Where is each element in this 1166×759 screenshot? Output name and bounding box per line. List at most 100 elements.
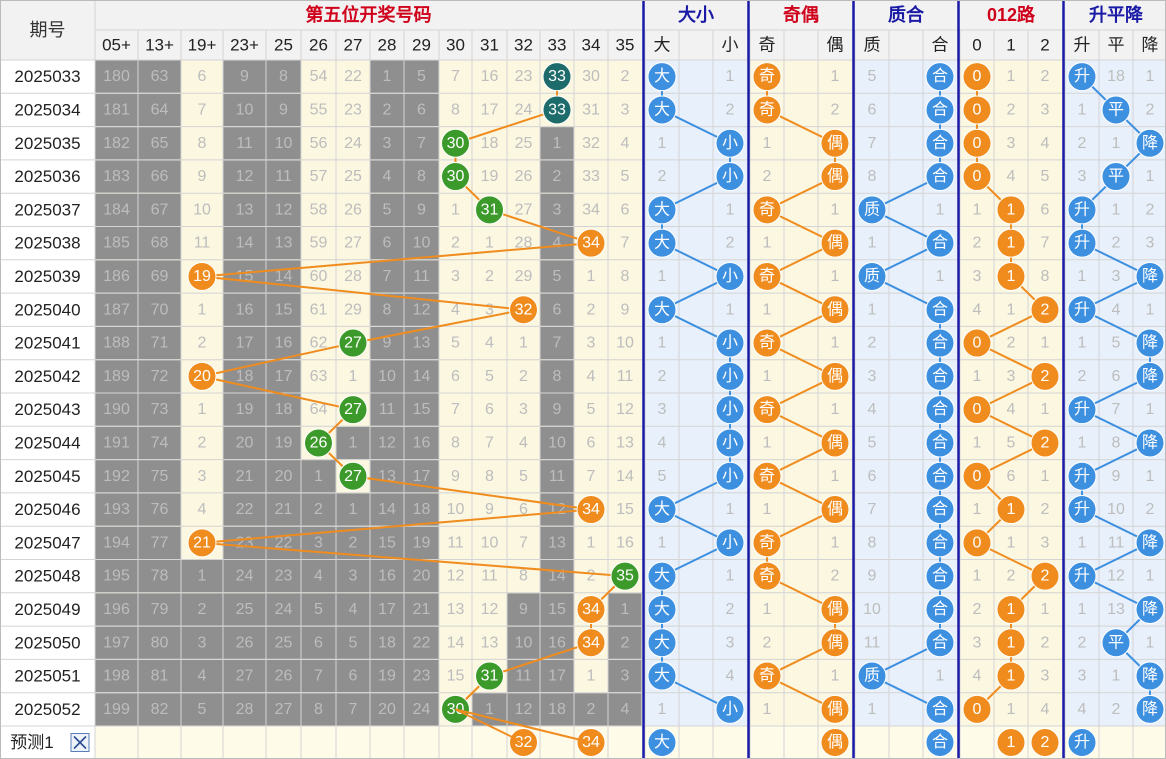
primecomp-ball-label: 合 — [932, 334, 948, 352]
miss-count: 66 — [151, 168, 169, 185]
miss-count: 16 — [378, 568, 396, 585]
route012-ball-label: 1 — [1007, 501, 1016, 518]
miss-count: 8 — [383, 301, 392, 318]
prediction-ball-label: 32 — [515, 734, 533, 751]
miss-count: 7 — [621, 235, 630, 252]
prediction-ball-label: 34 — [582, 734, 600, 751]
miss-count: 4 — [383, 168, 392, 185]
miss-count: 25 — [275, 634, 293, 651]
miss-count: 5 — [349, 634, 358, 651]
miss-count: 16 — [275, 335, 293, 352]
bigsmall-ball-label: 小 — [722, 467, 738, 485]
primecomp-miss-count: 10 — [863, 601, 881, 618]
trend-miss-count: 1 — [1112, 201, 1121, 218]
miss-count: 4 — [198, 668, 207, 685]
miss-count: 3 — [198, 634, 207, 651]
trend-ball-label: 升 — [1074, 467, 1090, 485]
miss-count: 2 — [383, 101, 392, 118]
primecomp-ball-label: 合 — [932, 633, 948, 651]
route012-ball-label: 0 — [973, 701, 982, 718]
bigsmall-ball-label: 小 — [722, 367, 738, 385]
primecomp-ball-label: 合 — [932, 533, 948, 551]
prediction-label: 预测1 — [10, 733, 53, 752]
miss-count: 1 — [553, 135, 562, 152]
group-header-primecomp: 质合 — [888, 4, 925, 25]
miss-count: 191 — [103, 434, 130, 451]
trend-miss-count: 2 — [1078, 135, 1087, 152]
miss-count: 30 — [582, 68, 600, 85]
miss-count: 5 — [451, 335, 460, 352]
miss-count: 2 — [621, 634, 630, 651]
close-icon[interactable] — [70, 733, 90, 752]
number-ball-label: 31 — [481, 668, 499, 685]
miss-count: 192 — [103, 468, 130, 485]
primecomp-ball-label: 合 — [932, 567, 948, 585]
trend-ball-label: 升 — [1074, 67, 1090, 85]
primecomp-ball-label: 质 — [864, 267, 880, 285]
number-ball-label: 21 — [193, 534, 211, 551]
miss-count: 9 — [240, 68, 249, 85]
subheader-bigsmall-2: 小 — [722, 36, 739, 55]
bigsmall-ball-label: 大 — [654, 567, 670, 585]
miss-count: 193 — [103, 501, 130, 518]
miss-count: 6 — [417, 101, 426, 118]
miss-count: 13 — [481, 634, 499, 651]
bigsmall-miss-count: 2 — [726, 235, 735, 252]
miss-count: 17 — [548, 668, 566, 685]
miss-count: 6 — [587, 434, 596, 451]
bigsmall-miss-count: 1 — [658, 534, 667, 551]
trend-miss-count: 2 — [1078, 368, 1087, 385]
route012-miss-count: 1 — [1007, 534, 1016, 551]
period-cell: 2025038 — [14, 234, 80, 253]
number-ball-label: 32 — [515, 301, 533, 318]
subheader-bigsmall-0: 大 — [654, 36, 671, 55]
miss-count: 1 — [383, 68, 392, 85]
route012-miss-count: 1 — [1007, 701, 1016, 718]
period-cell: 2025040 — [14, 300, 80, 319]
miss-count: 7 — [451, 68, 460, 85]
subheader-fifth-1: 13+ — [145, 36, 174, 55]
miss-count: 18 — [413, 501, 431, 518]
miss-count: 1 — [349, 368, 358, 385]
bigsmall-ball-label: 大 — [654, 667, 670, 685]
miss-count: 4 — [349, 601, 358, 618]
miss-count: 23 — [413, 668, 431, 685]
route012-miss-count: 3 — [1041, 534, 1050, 551]
oddeven-ball-label: 偶 — [827, 234, 843, 252]
route012-miss-count: 1 — [1041, 335, 1050, 352]
miss-count: 2 — [587, 301, 596, 318]
period-cell: 2025045 — [14, 467, 80, 486]
route012-ball-label: 0 — [973, 401, 982, 418]
miss-count: 5 — [587, 401, 596, 418]
route012-miss-count: 2 — [1041, 501, 1050, 518]
miss-count: 14 — [236, 235, 254, 252]
trend-miss-count: 1 — [1146, 568, 1155, 585]
miss-count: 11 — [481, 568, 498, 585]
route012-ball-label: 1 — [1007, 601, 1016, 618]
subheader-trend-0: 升 — [1074, 36, 1091, 55]
trend-miss-count: 2 — [1112, 701, 1121, 718]
oddeven-miss-count: 2 — [831, 101, 840, 118]
miss-count: 54 — [310, 68, 328, 85]
miss-count: 4 — [314, 568, 323, 585]
bigsmall-miss-count: 2 — [658, 168, 667, 185]
miss-count: 12 — [413, 301, 431, 318]
period-cell: 2025035 — [14, 134, 80, 153]
period-cell: 2025051 — [14, 667, 80, 686]
trend-miss-count: 4 — [1078, 701, 1087, 718]
miss-count: 3 — [349, 568, 358, 585]
miss-count: 3 — [383, 135, 392, 152]
trend-ball-label: 降 — [1142, 533, 1158, 551]
trend-prediction-label: 升 — [1074, 733, 1090, 751]
bigsmall-miss-count: 1 — [726, 568, 735, 585]
trend-miss-count: 3 — [1146, 235, 1155, 252]
trend-ball-label: 降 — [1142, 433, 1158, 451]
miss-count: 190 — [103, 401, 130, 418]
bigsmall-ball-label: 小 — [722, 167, 738, 185]
bigsmall-ball-label: 小 — [722, 267, 738, 285]
number-ball-label: 27 — [344, 401, 362, 418]
primecomp-miss-count: 1 — [868, 701, 877, 718]
miss-count: 26 — [515, 168, 533, 185]
oddeven-ball-label: 奇 — [759, 667, 775, 685]
miss-count: 17 — [236, 335, 254, 352]
